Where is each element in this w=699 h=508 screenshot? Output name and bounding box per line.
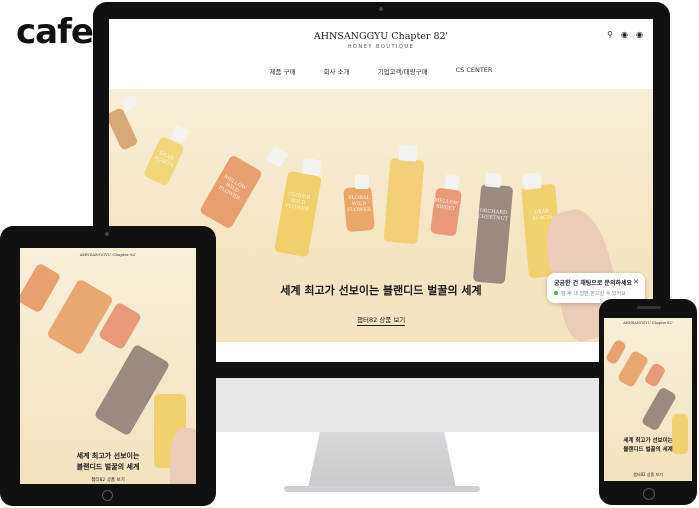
tablet-site-title[interactable]: AHNSANGGYU Chapter 82': [20, 252, 196, 257]
bottle-label: FLORAL WILD FLOWER: [347, 195, 371, 213]
tablet-screen: AHNSANGGYU Chapter 82' 세계 최고가 선보이는 블랜디드 …: [20, 248, 196, 484]
bottle-1: [109, 107, 139, 151]
bottle-1: [20, 262, 62, 314]
hero-cta-button[interactable]: 챕터82 상품 보기: [357, 314, 406, 326]
nav-item-cs-center[interactable]: CS CENTER: [456, 66, 493, 76]
user-icon[interactable]: ◉: [621, 30, 628, 39]
phone-home-button[interactable]: [643, 488, 655, 500]
search-icon[interactable]: ⚲: [607, 30, 613, 39]
phone-hero-line1: 세계 최고가 선보이는: [623, 438, 673, 444]
bottle-cap: [484, 172, 502, 188]
bottle-cap: [121, 94, 139, 112]
site-subtitle: HONEY BOUTIQUE: [347, 44, 415, 50]
tablet-camera: [105, 232, 109, 236]
nav-item-shop[interactable]: 제품 구매: [270, 66, 296, 76]
phone-hero-line2: 블랜디드 벌꿀의 세계: [623, 447, 673, 453]
bottle-cap: [522, 172, 542, 190]
phone-screen: AHNSANGGYU Chapter 82' 세계 최고가 선보이는 블랜디드 …: [604, 318, 692, 481]
monitor-stand-base: [284, 486, 480, 492]
bottle-1: [604, 338, 628, 366]
chat-subtitle: 잠 후 내 답변 받으실 수 있어요: [561, 291, 626, 297]
tablet-hero-line1: 세계 최고가 선보이는: [76, 452, 140, 460]
bottle-cap: [301, 157, 323, 177]
cart-icon[interactable]: ◉: [636, 30, 643, 39]
phone-site-title[interactable]: AHNSANGGYU Chapter 82': [604, 321, 692, 325]
bottle-4: [274, 170, 322, 258]
bottle-8: [472, 183, 514, 285]
monitor-stand: [308, 432, 456, 488]
tablet-hero-line2: 블랜디드 벌꿀의 세계: [76, 463, 140, 471]
nav-item-about[interactable]: 회사 소개: [324, 66, 350, 76]
bottle-cap: [355, 175, 369, 189]
chat-title: 궁금한 건 채팅으로 문의하세요: [554, 280, 633, 287]
tablet-hero-button[interactable]: 챕터82 상품 보기: [20, 477, 196, 483]
bottle-cap: [444, 174, 460, 190]
main-nav: 제품 구매 회사 소개 기업고객/대량구매 CS CENTER: [109, 66, 653, 76]
phone-speaker: [637, 306, 661, 309]
site-title[interactable]: AHNSANGGYU Chapter 82': [109, 31, 653, 42]
bottle-2: [46, 278, 114, 356]
phone-hero-button[interactable]: 챕터82 상품 보기: [604, 472, 692, 478]
bottle-2: [616, 349, 650, 389]
bottle-cap: [398, 144, 418, 162]
nav-item-corporate[interactable]: 기업고객/대량구매: [378, 66, 428, 76]
online-status-icon: [554, 291, 558, 295]
bottle-3: [643, 361, 667, 389]
header-icons: ⚲ ◉ ◉: [607, 30, 643, 39]
monitor-camera: [379, 7, 383, 11]
bottle-cap: [266, 146, 288, 168]
bottle-6: [383, 157, 425, 245]
close-icon[interactable]: ✕: [633, 278, 639, 286]
tablet-home-button[interactable]: [102, 490, 113, 501]
